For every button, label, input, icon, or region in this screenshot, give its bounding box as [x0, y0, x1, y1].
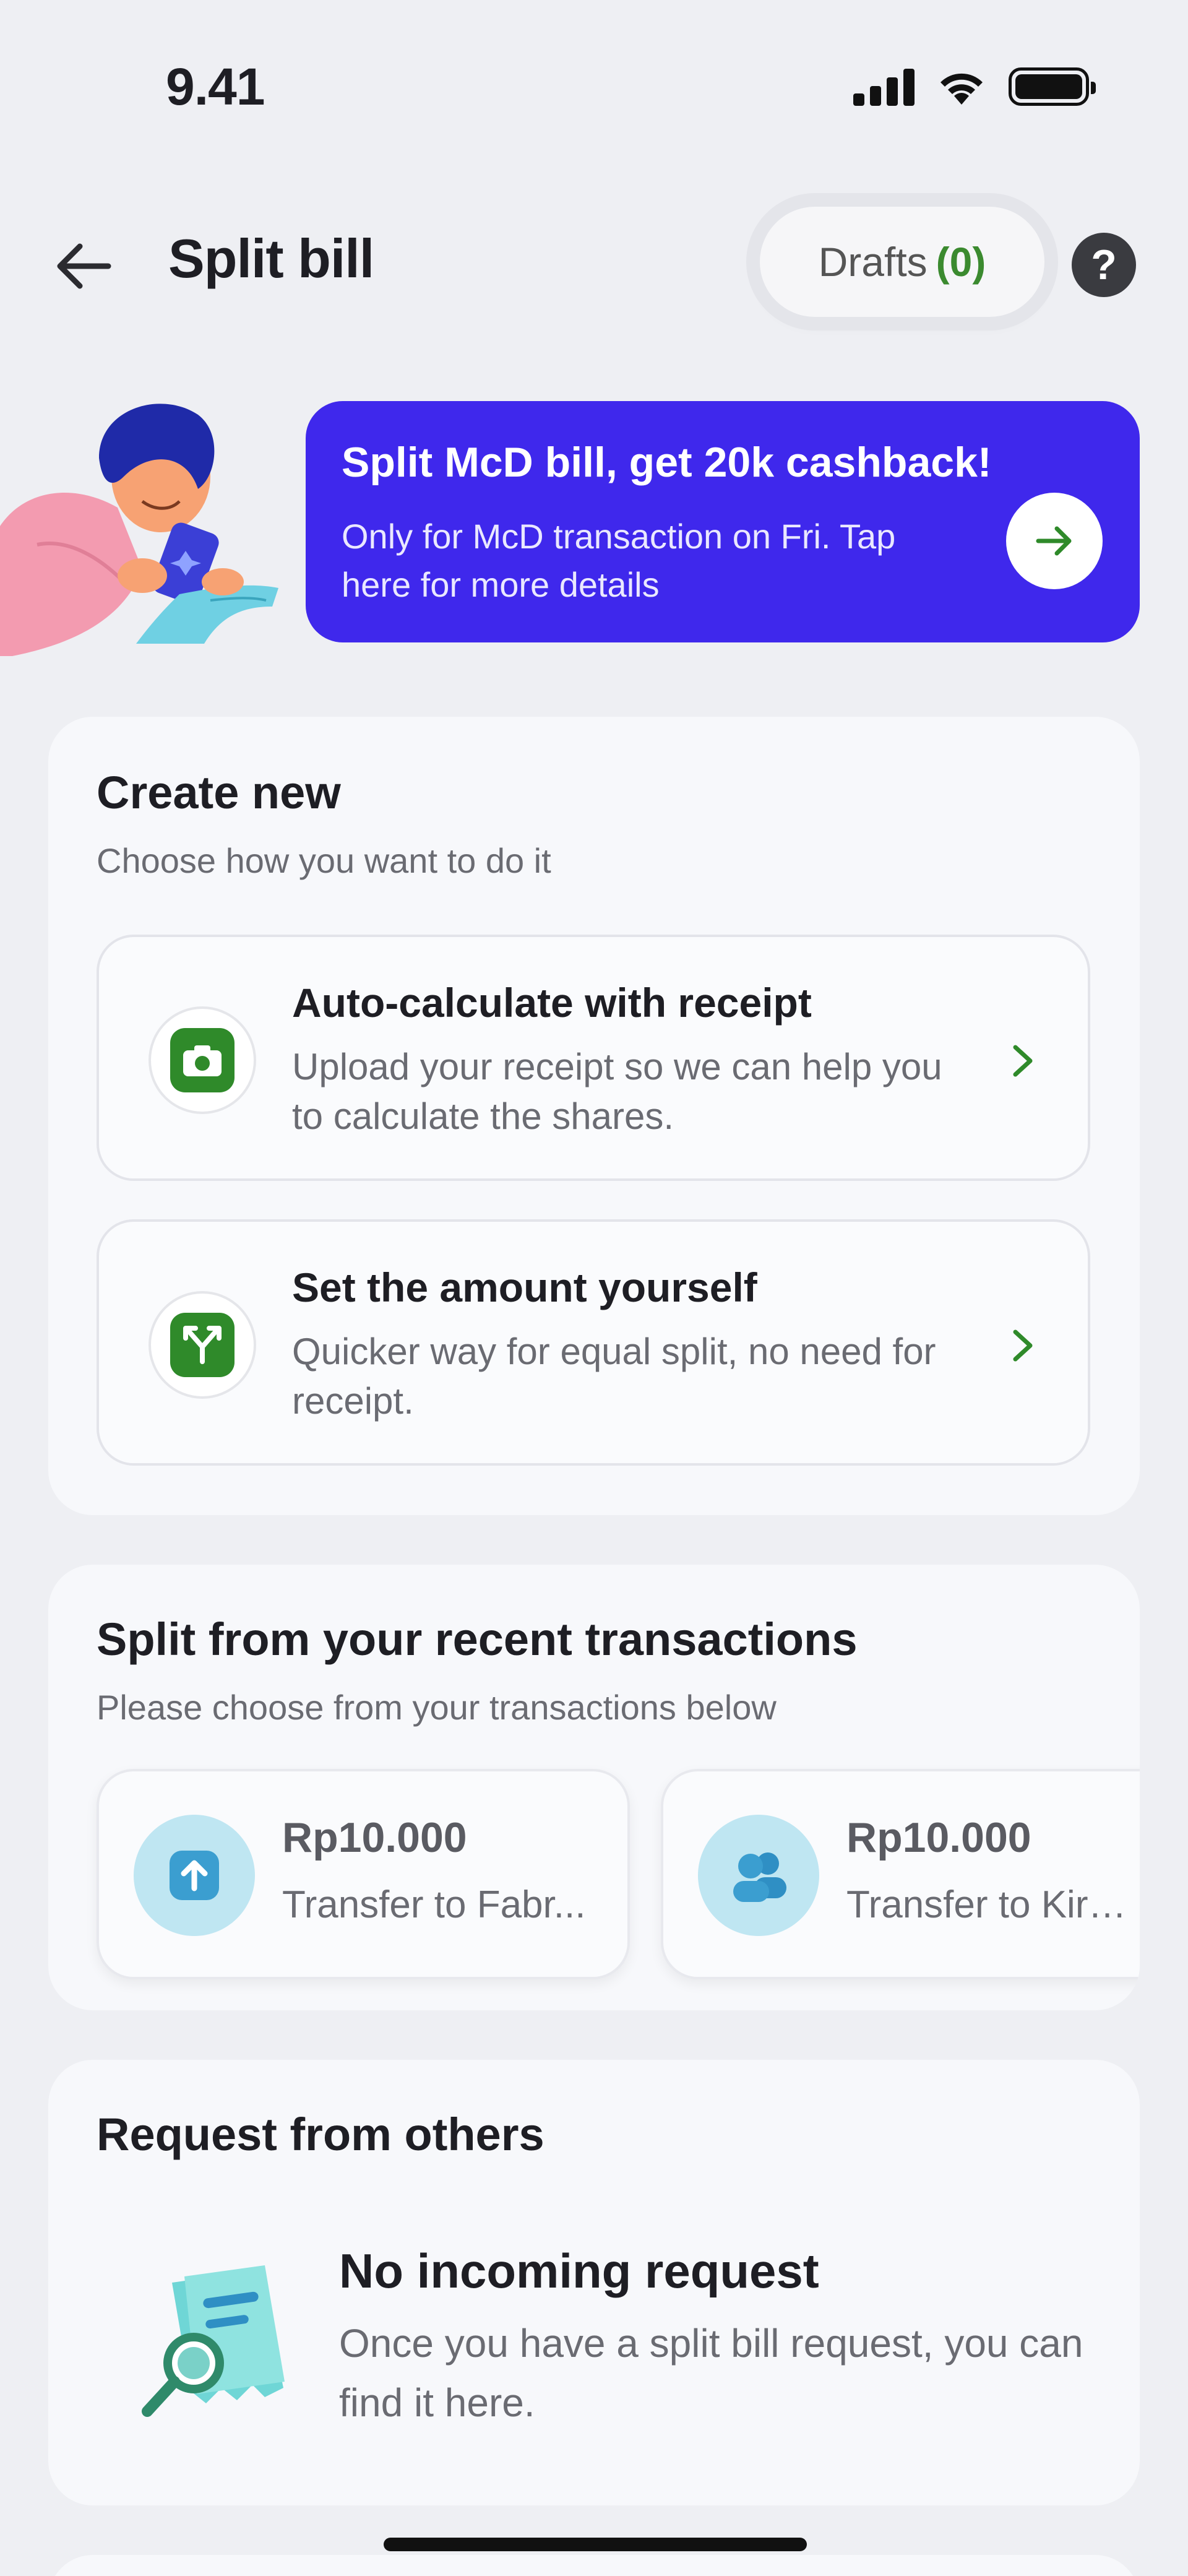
create-new-title: Create new: [97, 767, 341, 818]
create-new-subtitle: Choose how you want to do it: [97, 841, 551, 880]
chevron-right-icon: [1001, 1036, 1044, 1086]
option-set-amount[interactable]: Set the amount yourself Quicker way for …: [97, 1219, 1090, 1466]
create-new-card: Create new Choose how you want to do it …: [48, 717, 1140, 1515]
arrow-right-icon: [1036, 526, 1072, 556]
option-title: Auto-calculate with receipt: [292, 980, 812, 1026]
promo-banner[interactable]: Split McD bill, get 20k cashback! Only f…: [306, 401, 1140, 642]
next-card-peek: [48, 2555, 1140, 2576]
transfer-up-icon: [170, 1851, 219, 1900]
battery-icon: [1009, 67, 1096, 106]
empty-receipt-search-illustration: [142, 2265, 285, 2417]
promo-title: Split McD bill, get 20k cashback!: [342, 439, 992, 486]
request-from-others-card: Request from others No incoming request …: [48, 2060, 1140, 2505]
group-icon: [733, 1852, 786, 1902]
recent-subtitle: Please choose from your transactions bel…: [97, 1688, 777, 1727]
option-icon-container: [148, 1006, 256, 1114]
drafts-count: (0): [936, 239, 986, 285]
transaction-amount: Rp10.000: [846, 1814, 1031, 1861]
page-title: Split bill: [168, 228, 374, 289]
status-bar: 9.41: [0, 0, 1188, 142]
transaction-icon-container: [134, 1815, 255, 1936]
status-time: 9.41: [166, 58, 265, 116]
transaction-description: Transfer to Fabr...: [282, 1883, 586, 1926]
transaction-item[interactable]: Rp10.000 Transfer to Fabr...: [97, 1769, 630, 1979]
chevron-right-icon: [1001, 1321, 1044, 1370]
drafts-label: Drafts: [818, 239, 928, 285]
transaction-item[interactable]: Rp10.000 Transfer to Kira...: [661, 1769, 1140, 1979]
split-icon: [170, 1313, 235, 1377]
empty-state-description: Once you have a split bill request, you …: [339, 2321, 1083, 2425]
back-button[interactable]: [50, 232, 118, 300]
request-title: Request from others: [97, 2109, 544, 2160]
help-button[interactable]: ?: [1072, 233, 1136, 297]
option-auto-calculate[interactable]: Auto-calculate with receipt Upload your …: [97, 935, 1090, 1181]
home-indicator: [384, 2538, 807, 2551]
option-description: Quicker way for equal split, no need for…: [292, 1331, 936, 1422]
transaction-amount: Rp10.000: [282, 1814, 467, 1861]
empty-state-title: No incoming request: [339, 2244, 819, 2298]
arrow-left-icon: [57, 243, 111, 289]
promo-character-illustration: [0, 404, 278, 656]
option-icon-container: [148, 1291, 256, 1399]
header: Split bill Drafts (0) ?: [0, 186, 1188, 340]
promo-description: Only for McD transaction on Fri. Tap her…: [342, 517, 896, 604]
wifi-icon: [940, 73, 983, 105]
promo-arrow-button[interactable]: [1006, 493, 1103, 589]
option-description: Upload your receipt so we can help you t…: [292, 1046, 942, 1137]
transaction-icon-container: [698, 1815, 819, 1936]
transaction-description: Transfer to Kira...: [846, 1883, 1131, 1926]
status-icons: [853, 65, 1096, 108]
camera-icon: [170, 1028, 235, 1092]
cellular-signal-icon: [853, 67, 915, 106]
recent-transactions-card: Split from your recent transactions Plea…: [48, 1565, 1140, 2010]
option-title: Set the amount yourself: [292, 1264, 757, 1310]
recent-title: Split from your recent transactions: [97, 1614, 858, 1665]
drafts-button[interactable]: Drafts (0): [760, 207, 1044, 317]
